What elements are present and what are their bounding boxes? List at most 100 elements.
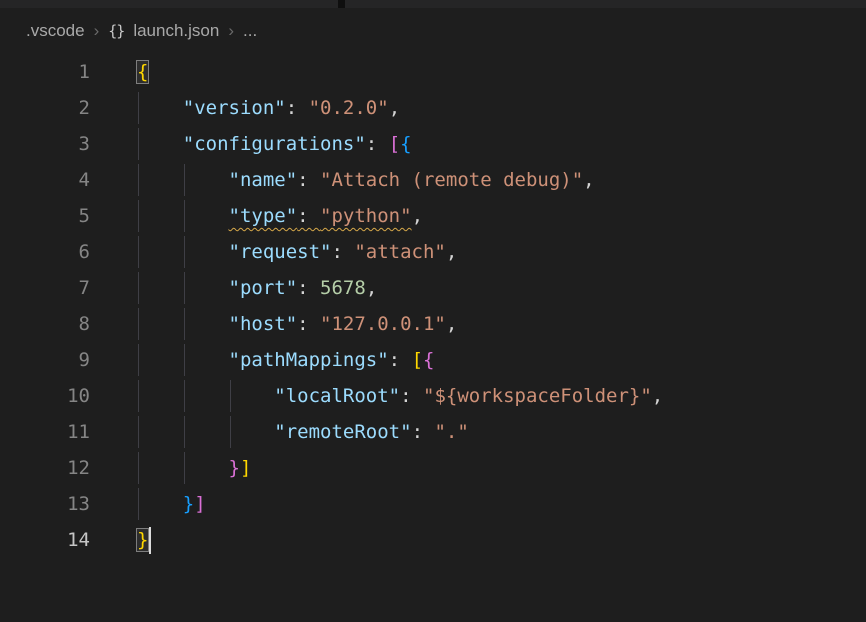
token: "pathMappings": [229, 349, 389, 371]
token: }: [137, 529, 148, 551]
line-number: 3: [0, 126, 90, 162]
token: :: [400, 385, 423, 407]
code-line[interactable]: 7 "port": 5678,: [0, 270, 866, 306]
indent-guide: [184, 272, 185, 304]
token: ,: [652, 385, 663, 407]
code-line[interactable]: 13 }]: [0, 486, 866, 522]
token: {: [423, 349, 434, 371]
token: }: [229, 457, 240, 479]
code-text: "localRoot": "${workspaceFolder}",: [137, 378, 663, 414]
token: :: [297, 205, 320, 227]
text-cursor: [149, 527, 151, 554]
code-line[interactable]: 10 "localRoot": "${workspaceFolder}",: [0, 378, 866, 414]
indent-guide: [230, 416, 231, 448]
line-number: 4: [0, 162, 90, 198]
breadcrumb-file[interactable]: launch.json: [133, 21, 219, 41]
token: }: [183, 493, 194, 515]
line-number: 5: [0, 198, 90, 234]
code-line[interactable]: 4 "name": "Attach (remote debug)",: [0, 162, 866, 198]
token: 5678: [320, 277, 366, 299]
code-line[interactable]: 1{: [0, 54, 866, 90]
token: [137, 313, 229, 335]
line-number: 9: [0, 342, 90, 378]
code-line[interactable]: 8 "host": "127.0.0.1",: [0, 306, 866, 342]
chevron-right-icon: ›: [228, 21, 234, 41]
token: "python": [320, 205, 412, 227]
token: "attach": [354, 241, 446, 263]
token: :: [297, 169, 320, 191]
token: [137, 205, 229, 227]
indent-guide: [184, 380, 185, 412]
code-text: "port": 5678,: [137, 270, 377, 306]
token: ".": [434, 421, 468, 443]
indent-guide: [138, 344, 139, 376]
token: [137, 385, 274, 407]
indent-guide: [184, 344, 185, 376]
code-line[interactable]: 5 "type": "python",: [0, 198, 866, 234]
indent-guide: [138, 200, 139, 232]
token: [137, 349, 229, 371]
token: ,: [389, 97, 400, 119]
token: [: [389, 133, 400, 155]
code-editor[interactable]: 1{2 "version": "0.2.0",3 "configurations…: [0, 54, 866, 558]
code-line[interactable]: 9 "pathMappings": [{: [0, 342, 866, 378]
code-line[interactable]: 11 "remoteRoot": ".": [0, 414, 866, 450]
token: ,: [446, 241, 457, 263]
token: "Attach (remote debug)": [320, 169, 583, 191]
token: [137, 277, 229, 299]
code-line[interactable]: 12 }]: [0, 450, 866, 486]
indent-guide: [184, 236, 185, 268]
line-number: 10: [0, 378, 90, 414]
indent-guide: [230, 380, 231, 412]
code-line[interactable]: 6 "request": "attach",: [0, 234, 866, 270]
code-text: "configurations": [{: [137, 126, 412, 162]
code-line[interactable]: 14}: [0, 522, 866, 558]
token: "remoteRoot": [274, 421, 411, 443]
code-text: "pathMappings": [{: [137, 342, 434, 378]
token: "type": [229, 205, 298, 227]
json-file-icon: {}: [108, 22, 124, 40]
indent-guide: [138, 308, 139, 340]
token: :: [366, 133, 389, 155]
token: :: [331, 241, 354, 263]
token: ,: [583, 169, 594, 191]
line-number: 11: [0, 414, 90, 450]
code-text: }: [137, 522, 151, 558]
indent-guide: [138, 272, 139, 304]
token: [137, 421, 274, 443]
token: [137, 493, 183, 515]
token: [137, 97, 183, 119]
code-text: "request": "attach",: [137, 234, 457, 270]
indent-guide: [138, 452, 139, 484]
tab[interactable]: [345, 0, 866, 8]
line-number: 12: [0, 450, 90, 486]
code-text: {: [137, 54, 148, 90]
line-number: 13: [0, 486, 90, 522]
token: {: [400, 133, 411, 155]
tab[interactable]: [0, 0, 338, 8]
token: "127.0.0.1": [320, 313, 446, 335]
indent-guide: [184, 164, 185, 196]
indent-guide: [138, 488, 139, 520]
line-number: 7: [0, 270, 90, 306]
token: ]: [240, 457, 251, 479]
token: "localRoot": [274, 385, 400, 407]
token: [137, 457, 229, 479]
token: "port": [229, 277, 298, 299]
token: :: [297, 277, 320, 299]
breadcrumb-folder[interactable]: .vscode: [26, 21, 85, 41]
code-line[interactable]: 3 "configurations": [{: [0, 126, 866, 162]
token: "${workspaceFolder}": [423, 385, 652, 407]
indent-guide: [184, 416, 185, 448]
line-number: 14: [0, 522, 90, 558]
code-line[interactable]: 2 "version": "0.2.0",: [0, 90, 866, 126]
token: {: [137, 61, 148, 83]
indent-guide: [184, 308, 185, 340]
breadcrumb: .vscode › {} launch.json › ...: [0, 8, 866, 54]
token: ,: [446, 313, 457, 335]
token: "version": [183, 97, 286, 119]
breadcrumb-more[interactable]: ...: [243, 21, 257, 41]
code-text: "remoteRoot": ".": [137, 414, 469, 450]
indent-guide: [138, 128, 139, 160]
token: ,: [366, 277, 377, 299]
